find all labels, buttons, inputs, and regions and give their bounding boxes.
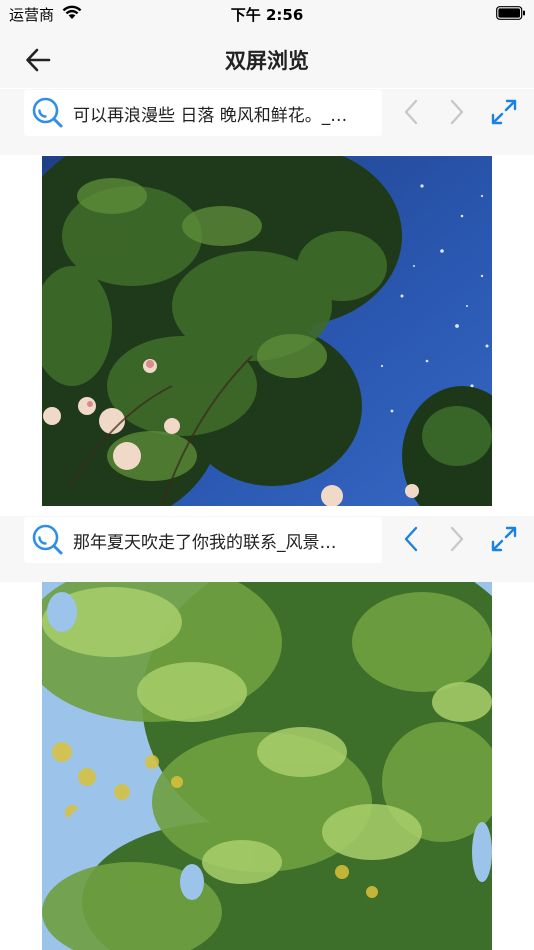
- chevron-right-icon: [450, 526, 464, 552]
- search-icon: [32, 524, 63, 555]
- chevron-left-icon: [404, 526, 418, 552]
- pane-2-fullscreen-button[interactable]: [488, 523, 520, 555]
- expand-icon: [491, 99, 517, 125]
- pane-2-next-button[interactable]: [441, 523, 473, 555]
- green-leaves-image: [42, 582, 492, 950]
- pane-2-image[interactable]: [42, 582, 492, 950]
- arrow-left-icon: [26, 48, 51, 72]
- chevron-right-icon: [450, 99, 464, 125]
- pane-2-search-text: 那年夏天吹走了你我的联系_风景…: [73, 532, 337, 553]
- pane-1-toolbar: 可以再浪漫些 日落 晚风和鲜花。_…: [0, 89, 534, 155]
- pane-1-prev-button[interactable]: [395, 96, 427, 128]
- back-button[interactable]: [18, 40, 58, 80]
- chevron-left-icon: [404, 99, 418, 125]
- pane-2-search-input[interactable]: 那年夏天吹走了你我的联系_风景…: [24, 517, 382, 563]
- pane-1-next-button[interactable]: [441, 96, 473, 128]
- tree-night-sky-image: [42, 156, 492, 506]
- pane-2-prev-button[interactable]: [395, 523, 427, 555]
- battery-icon: [496, 6, 525, 20]
- page-title: 双屏浏览: [225, 49, 309, 73]
- status-time: 下午 2:56: [230, 6, 304, 24]
- search-icon: [32, 97, 63, 128]
- expand-icon: [491, 526, 517, 552]
- nav-bar: 双屏浏览: [0, 28, 534, 88]
- pane-1-search-text: 可以再浪漫些 日落 晚风和鲜花。_…: [73, 105, 348, 126]
- pane-1-search-input[interactable]: 可以再浪漫些 日落 晚风和鲜花。_…: [24, 90, 382, 136]
- status-bar: 运营商 下午 2:56: [0, 0, 534, 28]
- pane-1-fullscreen-button[interactable]: [488, 96, 520, 128]
- pane-1-image[interactable]: [42, 156, 492, 506]
- pane-2-toolbar: 那年夏天吹走了你我的联系_风景…: [0, 516, 534, 582]
